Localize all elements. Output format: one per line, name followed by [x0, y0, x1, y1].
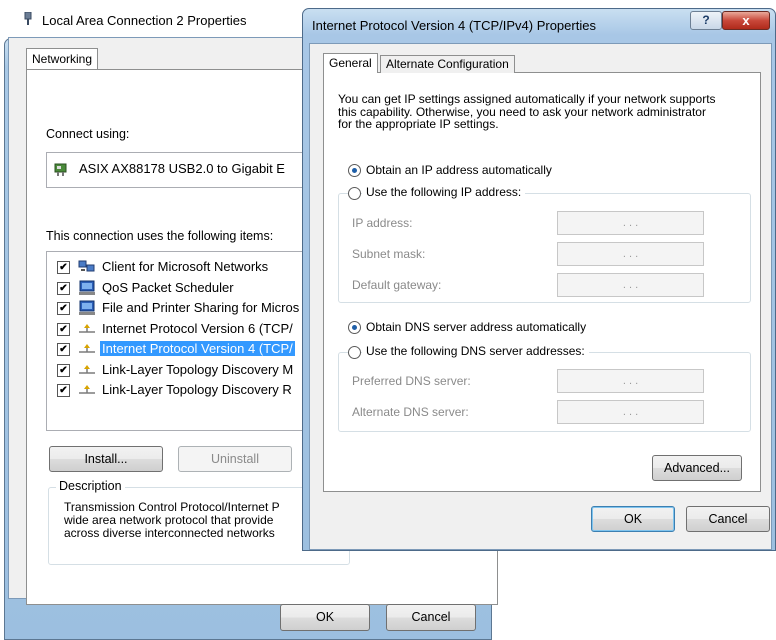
- item-label: File and Printer Sharing for Micros: [102, 300, 300, 315]
- obtain-dns-auto-label: Obtain DNS server address automatically: [366, 320, 587, 334]
- item-label: QoS Packet Scheduler: [102, 279, 234, 295]
- obtain-ip-auto-label: Obtain an IP address automatically: [366, 163, 552, 177]
- item-label: Internet Protocol Version 4 (TCP/: [100, 341, 295, 356]
- intro-line: for the appropriate IP settings.: [338, 117, 499, 131]
- back-ok-button[interactable]: OK: [280, 604, 370, 631]
- connect-using-label: Connect using:: [46, 127, 130, 141]
- items-list-label: This connection uses the following items…: [46, 229, 274, 243]
- use-following-dns-label: Use the following DNS server addresses:: [362, 344, 589, 358]
- tab-alternate-configuration[interactable]: Alternate Configuration: [380, 55, 515, 73]
- protocol-icon: [78, 321, 96, 337]
- item-label: Internet Protocol Version 6 (TCP/: [102, 320, 293, 336]
- use-following-ip-label: Use the following IP address:: [362, 185, 526, 199]
- item-label: Client for Microsoft Networks: [102, 259, 269, 274]
- tab-networking[interactable]: Networking: [26, 48, 99, 69]
- intro-text: You can get IP settings assigned automat…: [338, 93, 748, 131]
- network-connection-icon: [24, 12, 32, 25]
- description-title: Description: [56, 479, 125, 493]
- close-button[interactable]: x: [722, 11, 770, 30]
- uninstall-button[interactable]: Uninstall: [178, 446, 292, 472]
- description-text: Transmission Control Protocol/Internet P…: [64, 501, 316, 540]
- item-checkbox[interactable]: ✔: [57, 322, 70, 336]
- window-title: Local Area Connection 2 Properties: [42, 13, 247, 28]
- tab-general[interactable]: General: [323, 53, 378, 73]
- item-checkbox[interactable]: ✔: [57, 363, 70, 377]
- use-following-ip-radio[interactable]: [348, 187, 361, 200]
- item-label: Link-Layer Topology Discovery M: [102, 361, 294, 377]
- obtain-ip-auto-radio[interactable]: [348, 164, 361, 177]
- ip-address-field[interactable]: . . .: [557, 211, 704, 235]
- item-checkbox[interactable]: ✔: [57, 343, 70, 356]
- preferred-dns-label: Preferred DNS server:: [352, 374, 471, 388]
- protocol-icon: [78, 382, 96, 398]
- alternate-dns-field[interactable]: . . .: [557, 400, 704, 424]
- obtain-dns-auto-radio[interactable]: [348, 321, 361, 334]
- item-checkbox[interactable]: ✔: [57, 384, 70, 397]
- network-adapter-icon: [54, 163, 67, 176]
- cancel-button[interactable]: Cancel: [686, 506, 770, 532]
- item-checkbox[interactable]: ✔: [57, 281, 70, 295]
- service-icon: [78, 300, 96, 316]
- description-line: across diverse interconnected networks: [64, 526, 275, 540]
- subnet-mask-field[interactable]: . . .: [557, 242, 704, 266]
- preferred-dns-field[interactable]: . . .: [557, 369, 704, 393]
- ip-address-label: IP address:: [352, 216, 413, 230]
- default-gateway-label: Default gateway:: [352, 278, 442, 292]
- intro-line: You can get IP settings assigned automat…: [338, 92, 716, 106]
- install-button[interactable]: Install...: [49, 446, 163, 472]
- protocol-icon: [78, 341, 96, 357]
- window-title: Internet Protocol Version 4 (TCP/IPv4) P…: [312, 18, 596, 33]
- adapter-name: ASIX AX88178 USB2.0 to Gigabit E: [79, 161, 285, 176]
- alternate-dns-label: Alternate DNS server:: [352, 405, 469, 419]
- network-client-icon: [78, 259, 96, 275]
- item-label: Link-Layer Topology Discovery R: [102, 382, 292, 397]
- default-gateway-field[interactable]: . . .: [557, 273, 704, 297]
- ok-button[interactable]: OK: [591, 506, 675, 532]
- service-icon: [78, 280, 96, 296]
- subnet-mask-label: Subnet mask:: [352, 247, 426, 261]
- advanced-button[interactable]: Advanced...: [652, 455, 742, 481]
- back-cancel-button[interactable]: Cancel: [386, 604, 476, 631]
- item-checkbox[interactable]: ✔: [57, 302, 70, 315]
- help-button[interactable]: ?: [690, 11, 722, 30]
- protocol-icon: [78, 362, 96, 378]
- item-checkbox[interactable]: ✔: [57, 261, 70, 274]
- use-following-dns-radio[interactable]: [348, 346, 361, 359]
